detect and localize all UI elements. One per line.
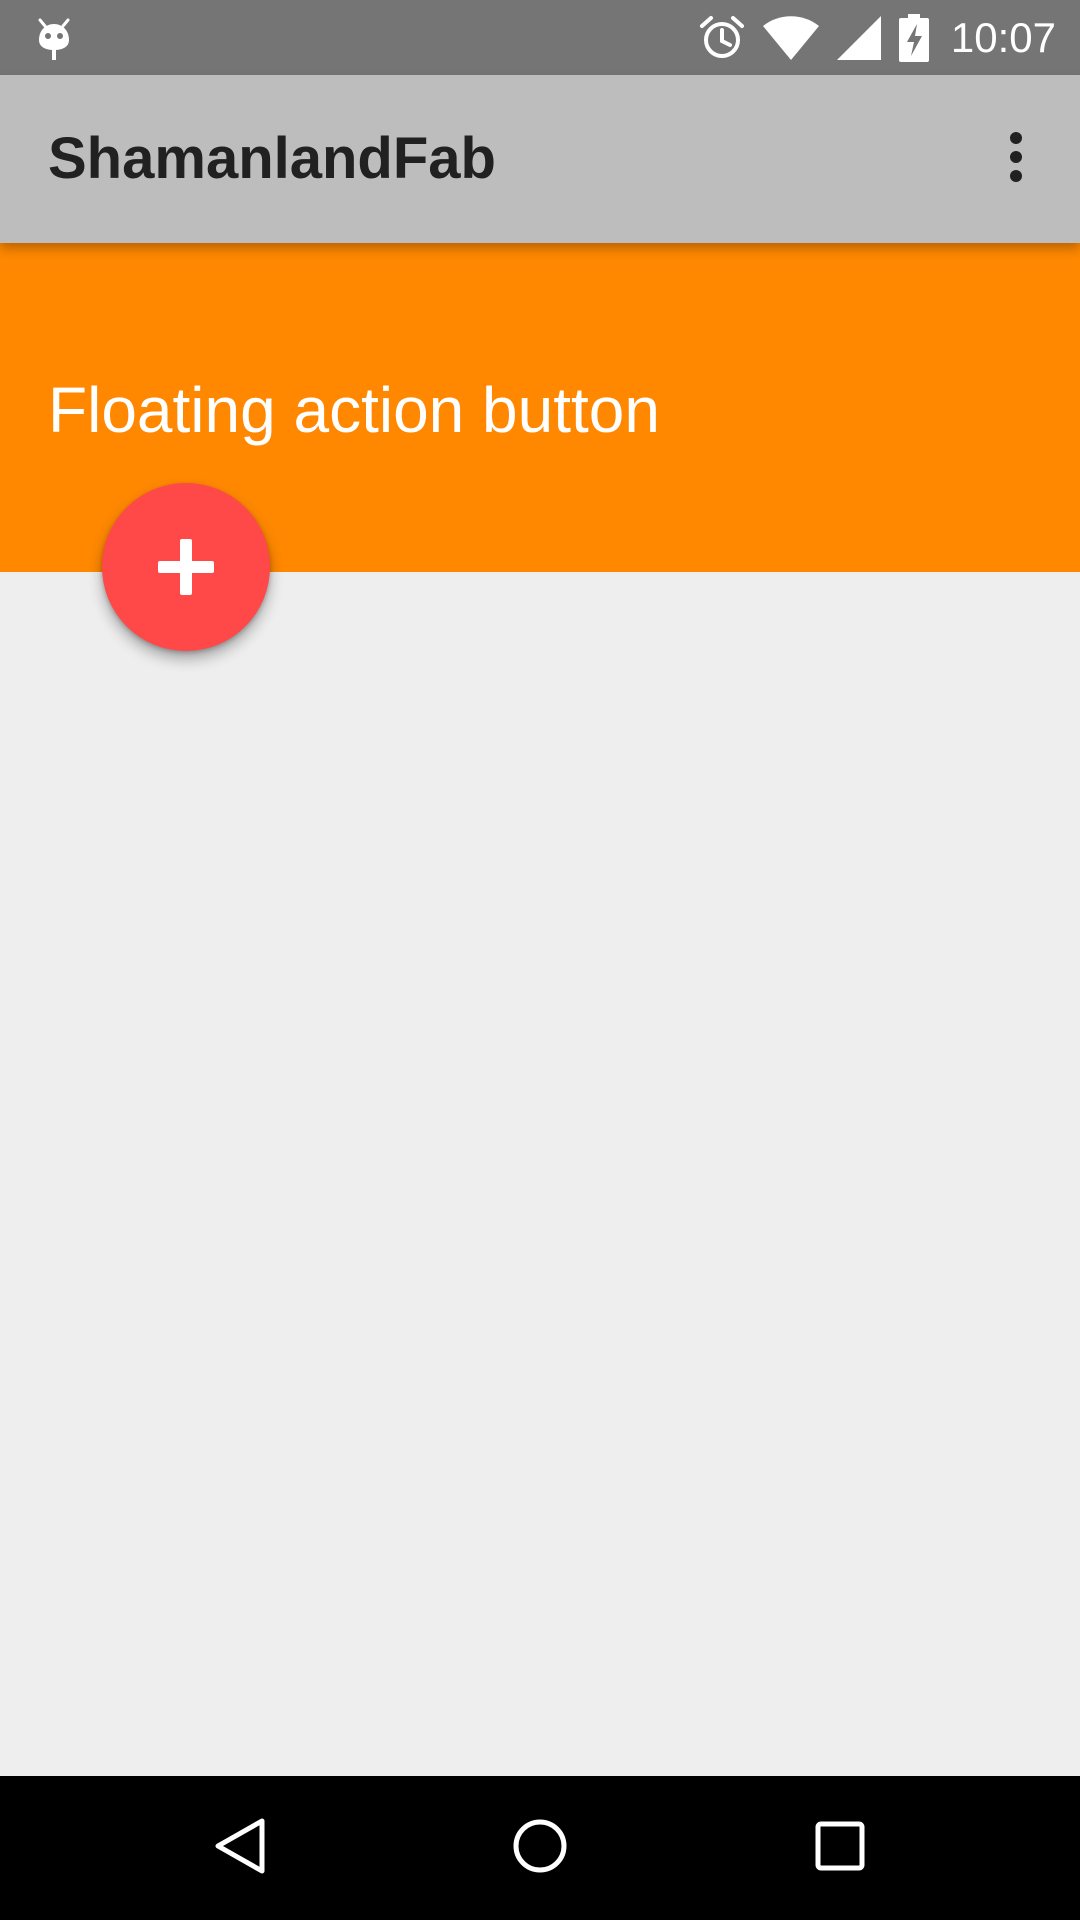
wifi-icon xyxy=(762,15,819,60)
navigation-bar xyxy=(0,1776,1080,1920)
app-title: ShamanlandFab xyxy=(48,126,496,191)
battery-charging-icon xyxy=(898,13,929,62)
home-button[interactable] xyxy=(504,1812,576,1884)
app-bar: ShamanlandFab xyxy=(0,75,1080,243)
android-debug-icon xyxy=(36,14,72,62)
header-title: Floating action button xyxy=(48,374,660,446)
status-icons: 10:07 xyxy=(699,0,1056,75)
screen: 10:07 ShamanlandFab Floating action butt… xyxy=(0,0,1080,1920)
recents-icon xyxy=(814,1820,866,1877)
alarm-icon xyxy=(699,15,745,61)
recents-button[interactable] xyxy=(804,1812,876,1884)
back-icon xyxy=(212,1816,268,1881)
overflow-menu-button[interactable] xyxy=(988,123,1044,195)
back-button[interactable] xyxy=(204,1812,276,1884)
more-vert-icon xyxy=(1008,131,1024,188)
status-bar: 10:07 xyxy=(0,0,1080,75)
floating-action-button[interactable] xyxy=(102,483,270,651)
home-icon xyxy=(512,1818,568,1879)
content-area xyxy=(0,572,1080,1776)
status-clock: 10:07 xyxy=(950,13,1056,61)
plus-icon xyxy=(158,539,214,595)
cellular-signal-icon xyxy=(836,15,881,60)
